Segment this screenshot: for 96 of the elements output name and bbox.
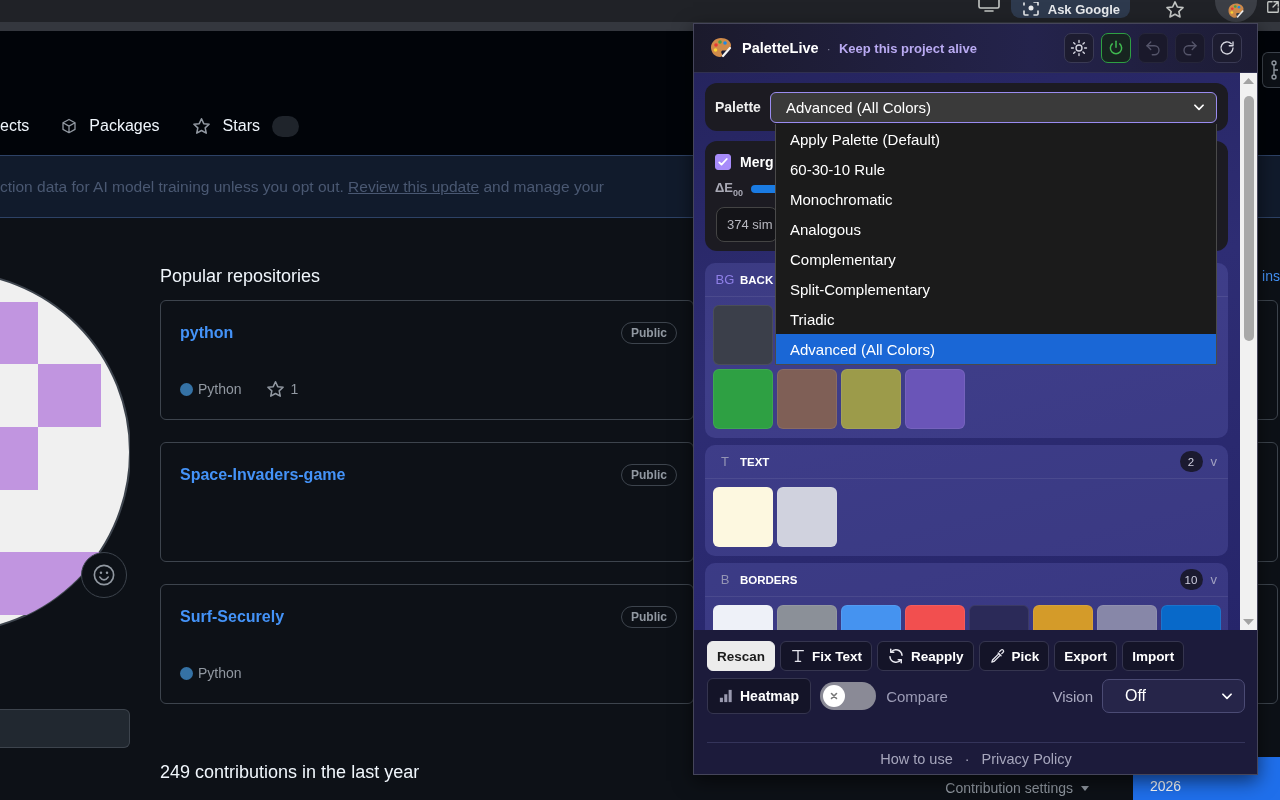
star-icon	[265, 379, 285, 399]
settings-link[interactable]: Contribution settings	[945, 780, 1090, 796]
star-icon	[1165, 0, 1185, 20]
tick-icon	[717, 156, 729, 168]
section-title: BORDERS	[740, 573, 798, 586]
cube-icon	[61, 118, 78, 134]
repo-link[interactable]: python	[180, 324, 234, 342]
separator: ·	[964, 751, 970, 767]
section-title: Popular repositories	[160, 265, 321, 287]
reload-button[interactable]	[1212, 33, 1242, 63]
swatch-icon[interactable]	[777, 487, 837, 547]
dropdown-option[interactable]: Complementary	[776, 244, 1216, 274]
sun-icon	[1070, 39, 1088, 57]
delta-label: ΔE$_{00}$	[715, 180, 744, 198]
dropdown-option[interactable]: 60-30-10 Rule	[776, 154, 1216, 184]
redo-icon	[1181, 39, 1199, 57]
palette-icon	[1227, 2, 1245, 20]
display-icon	[977, 0, 1000, 12]
palette-select[interactable]: Advanced (All Colors)	[769, 91, 1217, 123]
dropdown-option[interactable]: Monochromatic	[776, 184, 1216, 214]
palette-icon	[709, 36, 733, 60]
caret-icon	[1080, 784, 1090, 792]
text-format-icon	[790, 648, 807, 664]
power-button[interactable]	[1101, 33, 1131, 63]
nav-tab[interactable]: ects	[0, 106, 46, 146]
swatch-icon[interactable]	[713, 369, 773, 429]
section-tag: BG	[715, 272, 735, 287]
dropdown-option[interactable]: Apply Palette (Default)	[776, 124, 1216, 154]
vision-select[interactable]: Off	[1102, 679, 1245, 713]
dropdown-option[interactable]: Triadic	[776, 304, 1216, 334]
dropdown-option[interactable]: Advanced (All Colors)	[776, 334, 1216, 364]
language-label: Python	[198, 665, 242, 681]
swatch-icon[interactable]	[713, 305, 773, 365]
theme-button[interactable]	[1064, 33, 1094, 63]
repo-link[interactable]: Surf-Securely	[180, 608, 285, 626]
connected-dots-icon	[1270, 60, 1278, 80]
refresh-icon	[887, 647, 906, 665]
profile-button[interactable]	[0, 709, 130, 748]
palette-label: Palette	[715, 99, 761, 115]
section-title: BACK	[740, 273, 774, 286]
section-tag: T	[715, 454, 735, 469]
star-icon	[191, 116, 211, 136]
dropdown-option[interactable]: Split-Complementary	[776, 274, 1216, 304]
lens-icon	[1022, 2, 1039, 16]
contributions-title: 249 contributions in the last year	[160, 761, 420, 783]
nav-tab[interactable]: Packages	[45, 106, 176, 146]
action-button[interactable]: Export	[1054, 641, 1118, 671]
support-link[interactable]: Keep this project alive	[838, 40, 977, 56]
refresh-icon	[1218, 39, 1236, 57]
smiley-icon	[93, 564, 115, 586]
ask-google-button[interactable]: Ask Google	[1010, 0, 1130, 18]
footer-link[interactable]: Privacy Policy	[981, 751, 1072, 767]
eyedropper-icon	[988, 647, 1006, 665]
count-badge	[271, 115, 299, 137]
footer-link[interactable]: How to use	[880, 751, 953, 767]
notice-text: ction data for AI model training unless you opt out. Review this update and manage your	[0, 177, 605, 196]
compare-label: Compare	[886, 687, 948, 705]
extension-button[interactable]	[1215, 0, 1257, 22]
scrollbar-thumb[interactable]	[1243, 96, 1254, 341]
language-label: Python	[198, 381, 242, 397]
collapse-toggle[interactable]: v	[1210, 572, 1217, 587]
action-button[interactable]: Import	[1122, 641, 1185, 671]
customize-link[interactable]: ins	[1262, 268, 1280, 284]
vision-label: Vision	[1052, 687, 1093, 705]
action-button[interactable]: Reapply	[877, 641, 974, 671]
heatmap-button[interactable]: Heatmap	[707, 678, 812, 714]
collapse-toggle[interactable]: v	[1210, 454, 1217, 469]
count-badge: 2	[1179, 451, 1203, 472]
box-arrow-icon	[1266, 0, 1280, 14]
count-badge: 10	[1179, 569, 1203, 590]
separator: ·	[826, 40, 831, 56]
slider-track[interactable]	[751, 185, 776, 193]
status-button[interactable]	[81, 552, 127, 598]
repo-link[interactable]: Space-Invaders-game	[180, 466, 346, 484]
section-tag: B	[715, 572, 735, 587]
action-button[interactable]: Pick	[978, 641, 1050, 671]
star-count: 1	[290, 381, 299, 397]
swatch-icon[interactable]	[777, 369, 837, 429]
brand-name: PaletteLive	[742, 40, 819, 56]
compare-toggle[interactable]	[820, 682, 877, 710]
merge-checkbox[interactable]	[715, 154, 731, 170]
swatch-icon[interactable]	[841, 369, 901, 429]
toggle-knob-icon	[823, 685, 846, 707]
toolbar-button[interactable]	[1262, 52, 1280, 88]
section-title: TEXT	[740, 455, 770, 468]
power-icon	[1107, 39, 1125, 57]
action-button[interactable]: Rescan	[707, 641, 776, 671]
bar-chart-icon	[719, 689, 733, 703]
merge-label: Merg	[740, 154, 774, 170]
swatch-icon[interactable]	[713, 487, 773, 547]
nav-tab[interactable]: Stars	[175, 106, 276, 146]
undo-icon	[1144, 39, 1162, 57]
swatch-icon[interactable]	[905, 369, 965, 429]
action-button[interactable]: Fix Text	[780, 641, 873, 671]
dropdown-option[interactable]: Analogous	[776, 214, 1216, 244]
merge-summary: 374 sim	[716, 207, 778, 242]
